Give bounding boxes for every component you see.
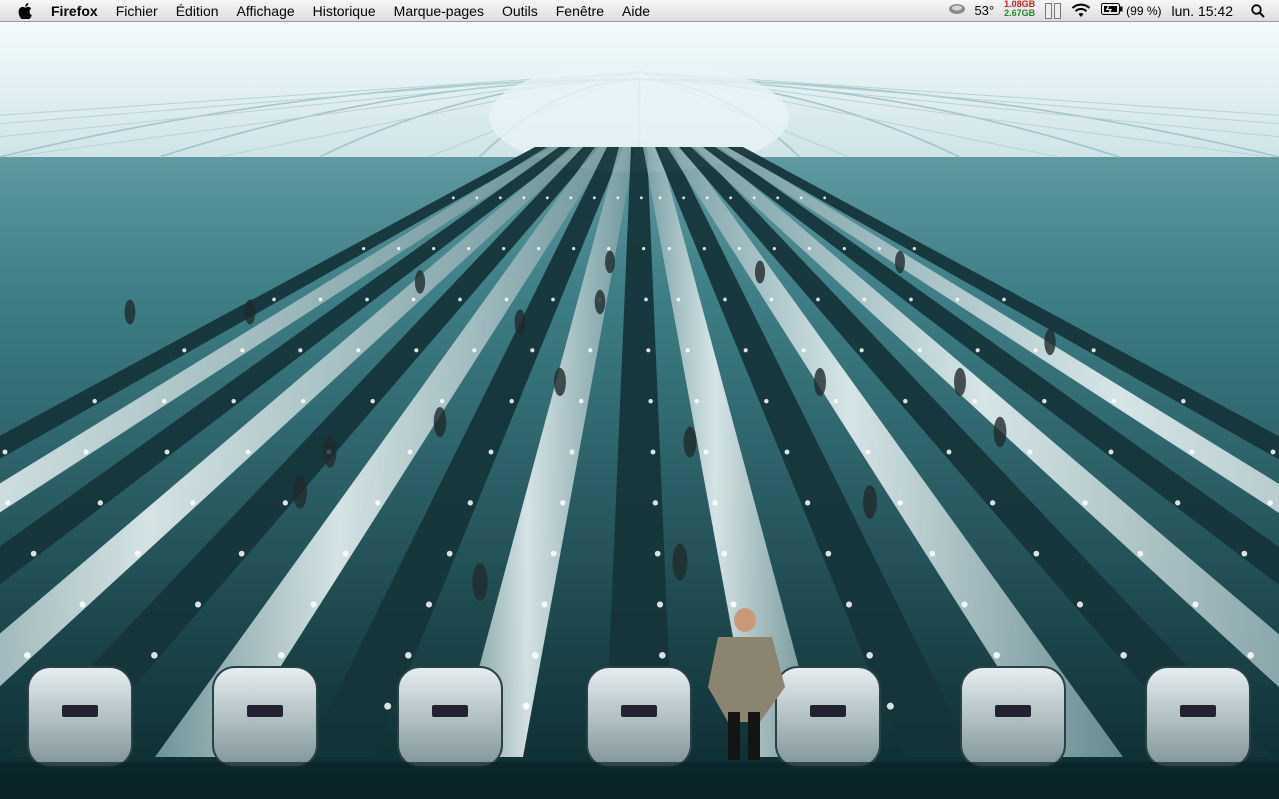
desktop-wallpaper xyxy=(0,22,1279,799)
menu-aide[interactable]: Aide xyxy=(613,0,659,22)
battery-percent: (99 %) xyxy=(1126,3,1162,18)
hall-floor xyxy=(0,762,1279,799)
thermometer-icon xyxy=(948,3,966,18)
menu-fichier[interactable]: Fichier xyxy=(107,0,167,22)
menu-edition[interactable]: Édition xyxy=(167,0,228,22)
battery-icon xyxy=(1101,3,1123,18)
temperature-status[interactable]: 53° xyxy=(948,0,994,22)
menu-app-firefox[interactable]: Firefox xyxy=(42,0,107,22)
escalators-hall-image xyxy=(0,22,1279,799)
menu-fenetre[interactable]: Fenêtre xyxy=(547,0,613,22)
memory-status[interactable]: 1.08GB 2.67GB xyxy=(1004,0,1035,22)
menu-marque-pages[interactable]: Marque-pages xyxy=(385,0,493,22)
memory-free-value: 2.67GB xyxy=(1004,7,1036,18)
menu-bar: Firefox Fichier Édition Affichage Histor… xyxy=(0,0,1279,22)
menu-outils[interactable]: Outils xyxy=(493,0,547,22)
menu-historique[interactable]: Historique xyxy=(304,0,385,22)
cpu-meter-icon[interactable] xyxy=(1045,0,1062,22)
menu-affichage[interactable]: Affichage xyxy=(228,0,304,22)
wifi-icon[interactable] xyxy=(1071,0,1091,22)
temperature-value: 53° xyxy=(974,3,995,18)
battery-status[interactable]: (99 %) xyxy=(1101,0,1162,22)
apple-menu-icon[interactable] xyxy=(16,0,34,22)
spotlight-search-icon[interactable] xyxy=(1251,0,1265,22)
clock[interactable]: lun. 15:42 xyxy=(1172,0,1234,22)
